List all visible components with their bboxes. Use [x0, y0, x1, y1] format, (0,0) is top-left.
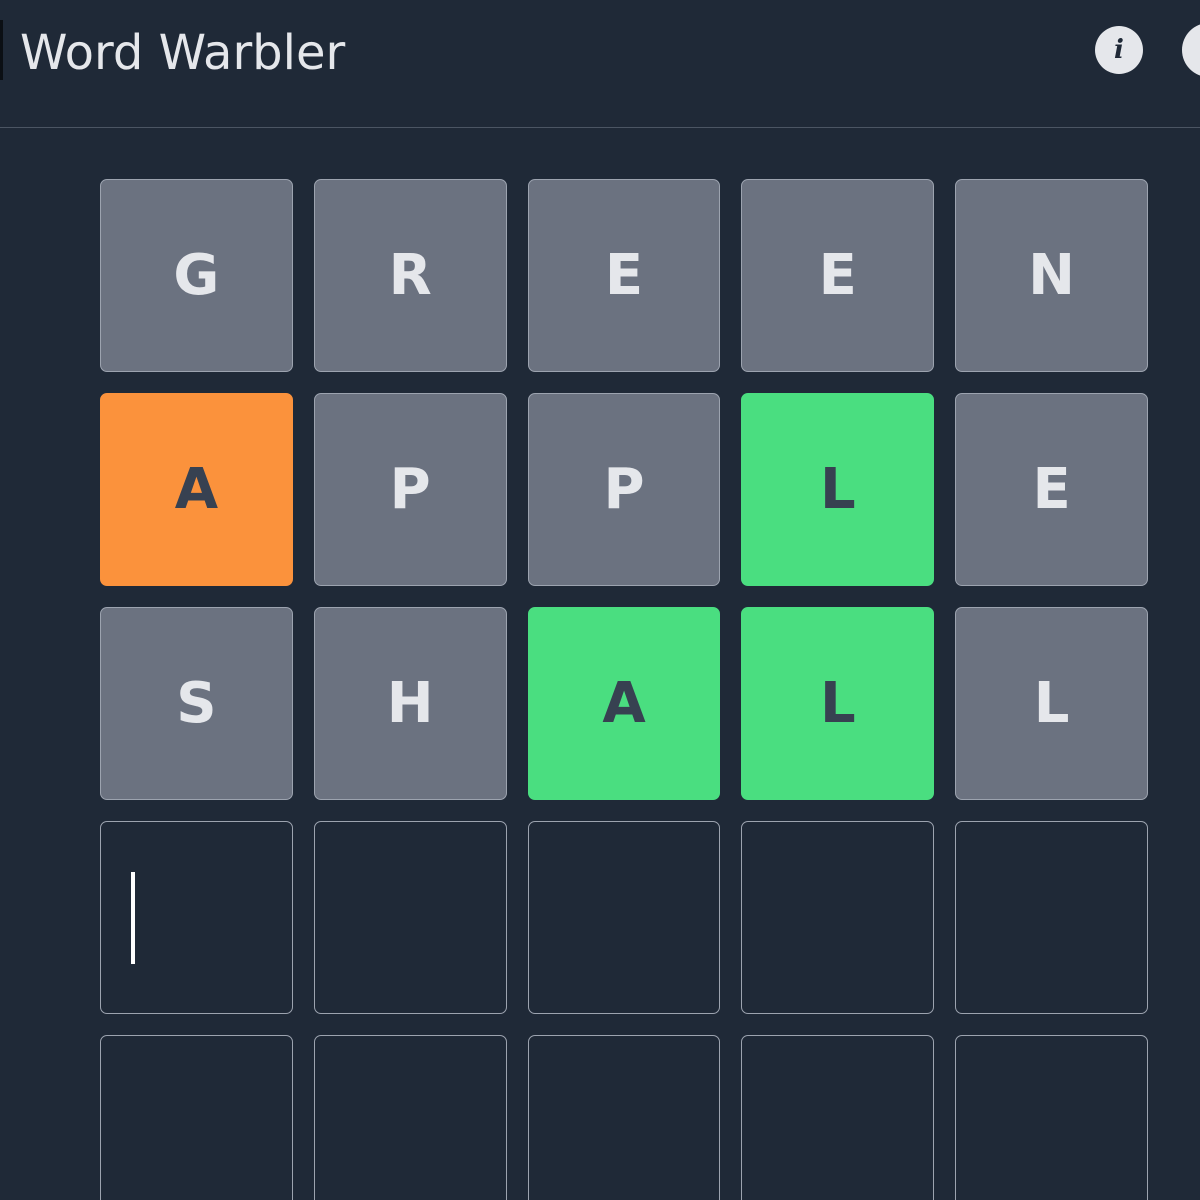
letter-tile-absent: P	[527, 393, 721, 586]
letter-tile-absent: E	[955, 393, 1148, 586]
text-cursor	[131, 872, 135, 964]
letter-input-tile[interactable]	[100, 821, 293, 1014]
letter-input-tile[interactable]	[100, 1035, 293, 1200]
settings-button[interactable]	[1182, 23, 1200, 77]
letter-tile-correct: L	[741, 393, 935, 586]
guess-row	[100, 821, 1148, 1014]
letter-input-tile[interactable]	[741, 1035, 935, 1200]
guess-board: GREENAPPLESHALL	[100, 179, 1148, 1200]
letter-tile-absent: H	[313, 607, 507, 800]
page-title: Word Warbler	[20, 25, 346, 81]
letter-input-tile[interactable]	[313, 821, 507, 1014]
letter-tile-absent: E	[741, 179, 935, 372]
window-edge	[0, 20, 3, 80]
guess-row	[100, 1035, 1148, 1200]
letter-tile-absent: N	[955, 179, 1148, 372]
letter-tile-absent: P	[313, 393, 507, 586]
letter-tile-absent: S	[100, 607, 293, 800]
letter-tile-absent: R	[313, 179, 507, 372]
letter-input-tile[interactable]	[313, 1035, 507, 1200]
letter-input-tile[interactable]	[955, 821, 1148, 1014]
guess-row: GREEN	[100, 179, 1148, 372]
letter-tile-correct: L	[741, 607, 935, 800]
header-bar: Word Warbler i	[0, 0, 1200, 128]
guess-row: SHALL	[100, 607, 1148, 800]
guess-row: APPLE	[100, 393, 1148, 586]
letter-input-tile[interactable]	[741, 821, 935, 1014]
letter-input-tile[interactable]	[527, 1035, 721, 1200]
letter-input-tile[interactable]	[955, 1035, 1148, 1200]
info-icon[interactable]: i	[1095, 26, 1143, 74]
letter-tile-correct: A	[527, 607, 721, 800]
letter-tile-absent: L	[955, 607, 1148, 800]
game-window: Word Warbler i GREENAPPLESHALL	[0, 0, 1200, 1200]
letter-tile-absent: G	[100, 179, 293, 372]
letter-input-tile[interactable]	[527, 821, 721, 1014]
letter-tile-present: A	[100, 393, 293, 586]
letter-tile-absent: E	[527, 179, 721, 372]
